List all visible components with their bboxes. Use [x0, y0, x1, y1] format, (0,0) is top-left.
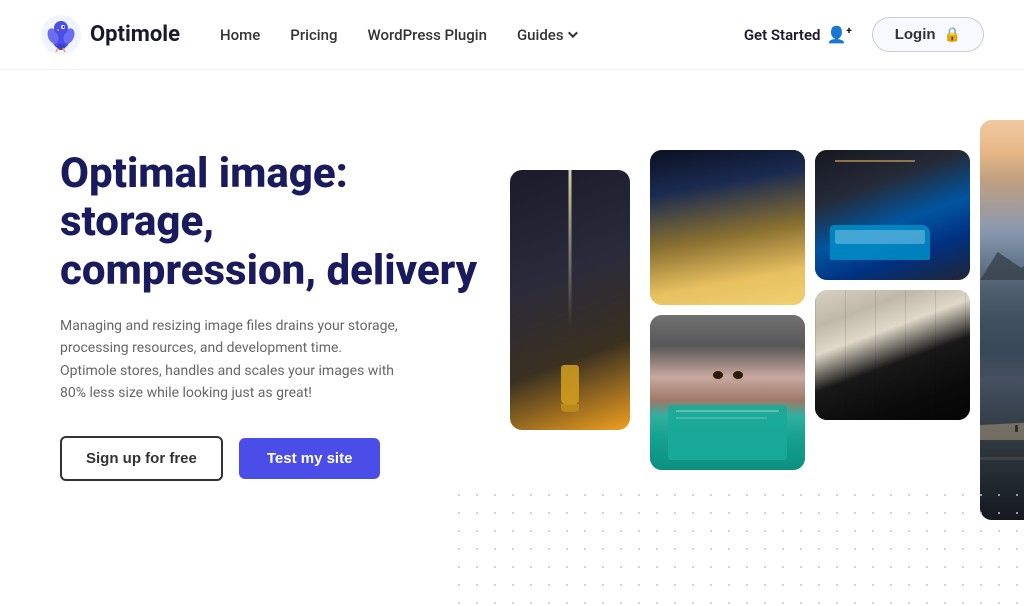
- nav-wordpress-plugin[interactable]: WordPress Plugin: [367, 26, 486, 44]
- image-collage: [510, 130, 984, 606]
- cta-buttons: Sign up for free Test my site: [60, 436, 480, 481]
- nav-home[interactable]: Home: [220, 26, 260, 44]
- arch-lines: [815, 290, 970, 420]
- chevron-down-icon: [568, 28, 578, 38]
- main-nav: Home Pricing WordPress Plugin Guides: [220, 26, 744, 44]
- photo-transit: [815, 150, 970, 280]
- logo-icon: [40, 14, 82, 56]
- coastal-bg: [980, 120, 1024, 520]
- book-cover: [668, 405, 787, 460]
- light-beam: [569, 170, 572, 326]
- eyes: [708, 370, 748, 382]
- logo-text: Optimole: [90, 22, 180, 47]
- header-actions: Get Started 👤+ Login 🔒: [744, 17, 984, 52]
- lock-icon: 🔒: [944, 26, 961, 43]
- logo[interactable]: Optimole: [40, 14, 180, 56]
- figure-1: [1015, 425, 1018, 432]
- building-overlay: [650, 150, 805, 305]
- nav-guides[interactable]: Guides: [517, 26, 575, 44]
- login-label: Login: [895, 26, 936, 43]
- bus-silhouette: [830, 225, 930, 260]
- hero-description: Managing and resizing image files drains…: [60, 315, 400, 405]
- transit-bg: [815, 150, 970, 280]
- book-text-line2: [676, 417, 767, 419]
- site-header: Optimole Home Pricing WordPress Plugin G…: [0, 0, 1024, 70]
- person-figure: [561, 365, 579, 405]
- main-content: Optimal image: storage, compression, del…: [0, 70, 1024, 606]
- bus-windows: [835, 230, 925, 244]
- nav-pricing[interactable]: Pricing: [290, 26, 337, 44]
- photo-building: [650, 150, 805, 305]
- photo-girl-reading: [650, 315, 805, 470]
- get-started-label: Get Started: [744, 26, 821, 44]
- eye-right: [732, 370, 744, 380]
- add-user-icon: 👤+: [826, 25, 851, 44]
- get-started-link[interactable]: Get Started 👤+: [744, 25, 852, 44]
- person-legs: [561, 404, 579, 412]
- test-site-button[interactable]: Test my site: [239, 438, 381, 479]
- dots-background: [450, 486, 1024, 606]
- hero-section: Optimal image: storage, compression, del…: [60, 130, 480, 481]
- ceiling-light: [835, 160, 915, 162]
- eye-left: [712, 370, 724, 380]
- photo-architecture: [815, 290, 970, 420]
- photo-coastal: [980, 120, 1024, 520]
- hero-title: Optimal image: storage, compression, del…: [60, 150, 480, 295]
- signup-button[interactable]: Sign up for free: [60, 436, 223, 481]
- railway-line: [980, 457, 1024, 460]
- login-button[interactable]: Login 🔒: [872, 17, 984, 52]
- photo-person-light: [510, 170, 630, 430]
- book-text-line: [676, 410, 779, 412]
